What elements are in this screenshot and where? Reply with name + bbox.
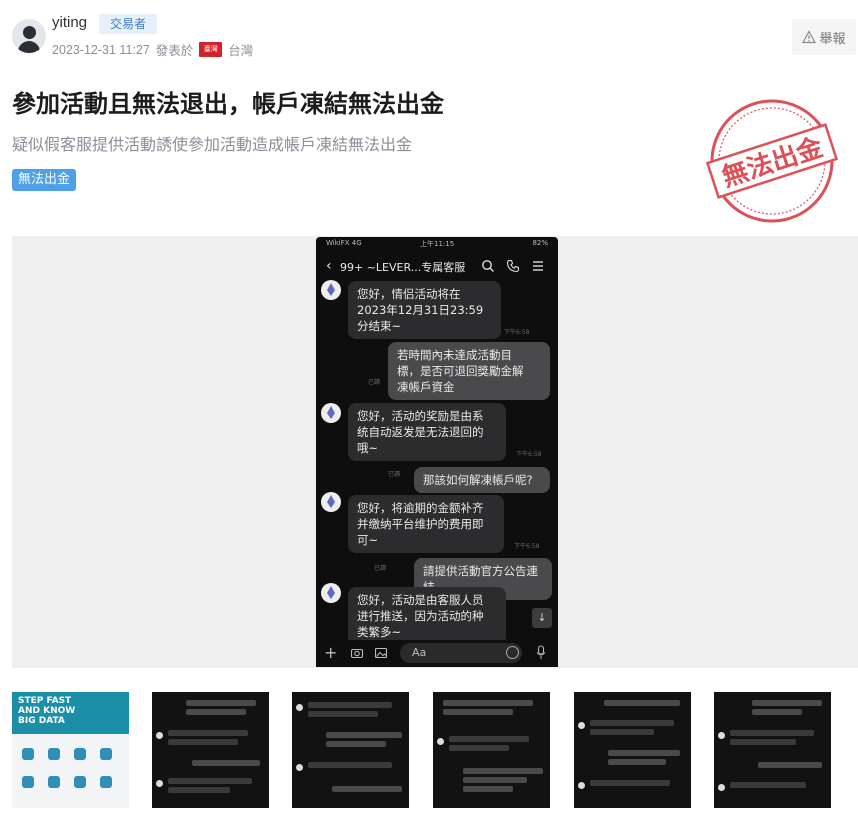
post-description: 疑似假客服提供活動誘使參加活動造成帳戶凍結無法出金 — [12, 135, 413, 154]
status-battery: 82% — [532, 239, 548, 247]
ad-text: STEP FAST AND KNOW BIG DATA — [18, 696, 76, 726]
message-bubble: 那該如何解凍帳戶呢? — [414, 467, 550, 493]
search-icon — [482, 260, 494, 272]
report-button[interactable]: 舉報 — [792, 19, 856, 55]
message-time: 下午6:58 — [514, 543, 540, 550]
message-time: 已讀 — [368, 379, 381, 386]
image-icon — [374, 647, 388, 659]
chat-name: 99+ ~LEVER...专属客服 — [340, 261, 466, 274]
post-date: 2023-12-31 11:27 — [52, 42, 150, 57]
ad-panel — [12, 734, 129, 808]
message-time: 已讀 — [374, 565, 387, 572]
emoji-icon — [506, 646, 519, 659]
status-carrier: WikiFX 4G — [326, 239, 362, 247]
thumbnail-chat[interactable] — [292, 692, 409, 808]
status-time: 上午11:15 — [420, 240, 455, 248]
camera-icon — [350, 648, 364, 659]
chat-screenshot[interactable]: WikiFX 4G 上午11:15 82% ‹ 99+ ~LEVER...专属客… — [316, 237, 558, 667]
author-avatar[interactable] — [12, 19, 46, 53]
message-bubble: 您好，活动的奖励是由系 统自动返发是无法退回的 哦~ — [348, 403, 506, 461]
post-tag[interactable]: 無法出金 — [12, 169, 77, 191]
avatar-head — [23, 26, 36, 39]
author-username[interactable]: yiting — [52, 14, 87, 31]
post-meta: 2023-12-31 11:27 發表於 臺灣 台灣 — [52, 40, 253, 59]
phone-status-bar: WikiFX 4G 上午11:15 82% — [316, 237, 558, 249]
thumbnail-chat[interactable] — [574, 692, 691, 808]
phone-icon — [506, 259, 520, 273]
message-bubble: 您好，活动是由客服人员 进行推送，因为活动的种 类繁多~ — [348, 587, 506, 645]
posted-from-label: 發表於 — [155, 44, 194, 58]
microphone-icon — [536, 645, 546, 659]
message-bubble: 您好，将逾期的金额补齐 并缴纳平台维护的费用即 可~ — [348, 495, 504, 553]
thumbnail-strip: STEP FAST AND KNOW BIG DATA — [12, 692, 858, 808]
agent-avatar — [321, 492, 341, 512]
agent-avatar — [321, 280, 341, 300]
stamp-seal: 無法出金 — [706, 99, 838, 223]
agent-avatar — [321, 583, 341, 603]
thumbnail-chat[interactable] — [433, 692, 550, 808]
menu-icon — [533, 261, 543, 271]
scroll-down-button[interactable]: ↓ — [532, 608, 552, 628]
message-time: 下午6:58 — [516, 451, 542, 458]
chat-input-bar: + Aa — [316, 640, 558, 667]
back-chevron-icon: ‹ — [326, 258, 332, 274]
message-time: 下午6:58 — [504, 329, 530, 336]
agent-avatar — [321, 403, 341, 423]
message-input: Aa — [400, 643, 522, 663]
message-bubble: 若時間內未達成活動目 標，是否可退回獎勵金解 凍帳戶資金 — [388, 342, 550, 400]
chat-header: ‹ 99+ ~LEVER...专属客服 — [316, 251, 558, 281]
thumbnail-chat[interactable] — [714, 692, 831, 808]
post-title: 參加活動且無法退出，帳戶凍結無法出金 — [12, 90, 444, 118]
report-label: 舉報 — [819, 31, 846, 47]
warning-icon — [802, 30, 817, 44]
message-bubble: 您好，情侣活动将在 2023年12月31日23:59 分结束~ — [348, 281, 501, 339]
role-badge: 交易者 — [99, 14, 158, 34]
avatar-body — [18, 41, 40, 53]
thumbnail-ad[interactable]: STEP FAST AND KNOW BIG DATA — [12, 692, 129, 808]
post-region: 台灣 — [228, 44, 254, 58]
plus-icon: + — [324, 643, 338, 662]
thumbnail-chat[interactable] — [152, 692, 269, 808]
message-time: 已讀 — [388, 471, 401, 478]
region-flag-icon: 臺灣 — [199, 42, 223, 57]
